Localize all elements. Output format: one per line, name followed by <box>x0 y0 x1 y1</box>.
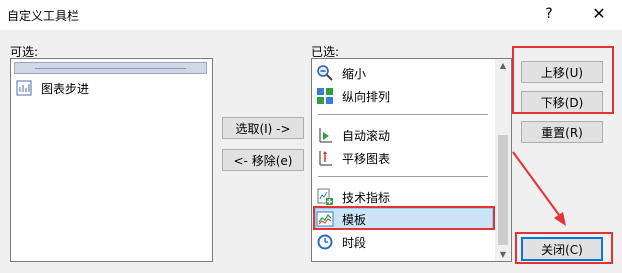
annotation-arrow <box>512 151 566 226</box>
